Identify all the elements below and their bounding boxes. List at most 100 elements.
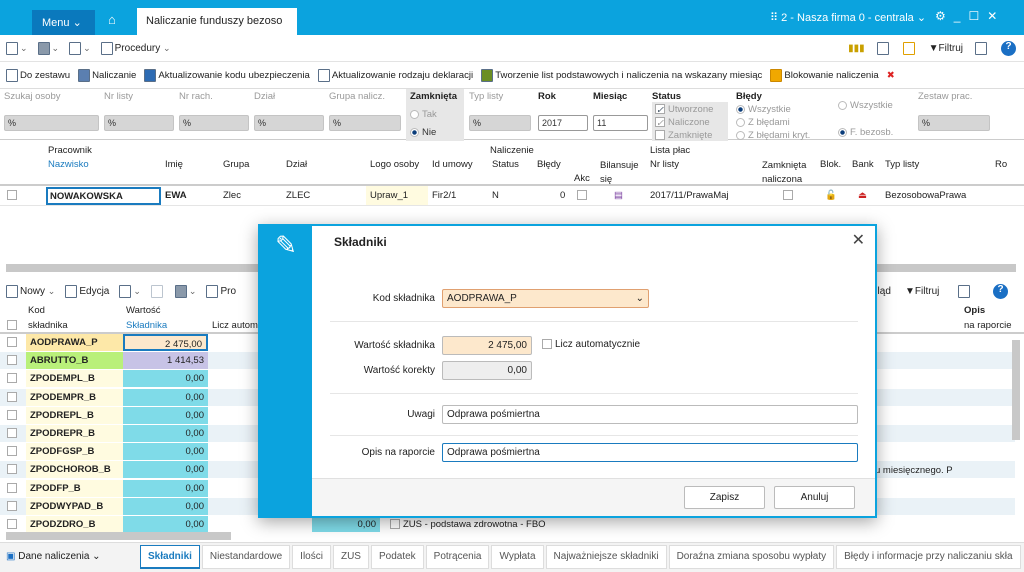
col-typ-listy[interactable]: Typ listy: [885, 159, 919, 170]
vertical-scrollbar[interactable]: [1012, 340, 1020, 440]
close-dialog-button[interactable]: ✕: [852, 230, 865, 250]
row-checkbox[interactable]: [7, 190, 17, 200]
document-tab[interactable]: Naliczanie funduszy bezoso: [137, 8, 297, 35]
columns-icon[interactable]: [876, 42, 891, 55]
cb-naliczone[interactable]: ✓ Naliczone: [655, 117, 710, 129]
col-logo[interactable]: Logo osoby: [370, 159, 419, 170]
row-checkbox[interactable]: [7, 519, 17, 529]
col-bledy[interactable]: Błędy: [537, 159, 561, 170]
cancel-button[interactable]: Anuluj: [774, 486, 855, 509]
tab-3[interactable]: ZUS: [332, 545, 369, 569]
row-checkbox[interactable]: [7, 500, 17, 511]
procedury-button[interactable]: Pro: [206, 284, 236, 298]
akc-checkbox[interactable]: [577, 190, 587, 200]
print-button[interactable]: ⌄: [37, 41, 59, 55]
cell-nazwisko[interactable]: NOWAKOWSKA: [46, 187, 161, 205]
row-checkbox[interactable]: [7, 446, 17, 457]
typ-listy-select[interactable]: %: [469, 115, 531, 131]
tab-9[interactable]: Błędy i informacje przy naliczaniu skła: [836, 545, 1021, 569]
naliczanie-button[interactable]: Naliczanie: [78, 68, 136, 82]
row-checkbox[interactable]: [7, 409, 17, 420]
table-row[interactable]: NOWAKOWSKA EWA Zlec ZLEC Upraw_1 Fir2/1 …: [0, 186, 1024, 206]
select-all-checkbox[interactable]: [7, 320, 17, 330]
col-nazwisko[interactable]: Nazwisko: [48, 159, 89, 170]
home-icon[interactable]: ⌂: [108, 12, 116, 27]
filter-button[interactable]: ▼Filtruj: [929, 43, 963, 54]
col-nr-listy[interactable]: Nr listy: [650, 159, 679, 170]
dane-naliczenia-button[interactable]: ▣ Dane naliczenia ⌄: [6, 551, 101, 562]
nr-listy-select[interactable]: %: [104, 115, 174, 131]
help-icon[interactable]: ?: [993, 283, 1008, 299]
print-button[interactable]: ⌄: [174, 284, 196, 298]
row-checkbox[interactable]: [7, 373, 17, 384]
radio-z-bledami-kryt[interactable]: Z błędami kryt.: [736, 130, 810, 141]
help-icon[interactable]: ?: [1001, 41, 1016, 56]
horizontal-scrollbar[interactable]: [6, 532, 231, 540]
tab-4[interactable]: Podatek: [370, 545, 424, 569]
zestaw-select[interactable]: %: [918, 115, 990, 131]
close-icon[interactable]: ✕: [987, 9, 1005, 23]
tab-1[interactable]: Niestandardowe: [201, 545, 291, 569]
col-zamknieta[interactable]: Zamknięta naliczona: [762, 159, 817, 187]
delete-button[interactable]: [150, 284, 165, 298]
cb-zamkniete[interactable]: Zamknięte: [655, 130, 712, 141]
warning-icon[interactable]: [902, 42, 917, 55]
preview-button[interactable]: ⌄: [6, 41, 28, 55]
firm-selector[interactable]: ⠿ 2 - Nasza firma 0 - centrala ⌄: [770, 11, 926, 24]
col-bank[interactable]: Bank: [852, 159, 874, 170]
grupa-select[interactable]: %: [329, 115, 401, 131]
preview-button[interactable]: ⌄: [119, 284, 141, 298]
tab-0[interactable]: Składniki: [140, 545, 200, 569]
col-rok[interactable]: Rok: [995, 159, 1007, 170]
filter-button[interactable]: ▼Filtruj: [905, 286, 939, 297]
tab-6[interactable]: Wypłata: [491, 545, 544, 569]
kod-ubezp-button[interactable]: Aktualizowanie kodu ubezpieczenia: [144, 68, 310, 82]
col-opis[interactable]: Opis: [964, 305, 985, 316]
window-controls[interactable]: ⚙_☐✕: [935, 9, 1005, 23]
tab-8[interactable]: Doraźna zmiana sposobu wypłaty: [668, 545, 835, 569]
export-button[interactable]: ⌄: [69, 41, 91, 55]
wartosc-input[interactable]: 2 475,00: [442, 336, 532, 355]
col-status[interactable]: Status: [492, 159, 519, 170]
radio-z-bledami[interactable]: Z błędami: [736, 117, 790, 128]
tab-7[interactable]: Najważniejsze składniki: [545, 545, 667, 569]
radio-wszystkie[interactable]: Wszystkie: [736, 104, 791, 115]
layout-icon[interactable]: [975, 42, 989, 55]
blokowanie-button[interactable]: Blokowanie naliczenia: [770, 68, 879, 82]
col-imie[interactable]: Imię: [165, 159, 183, 170]
rodzaj-deklaracji-button[interactable]: Aktualizowanie rodzaju deklaracji: [317, 68, 473, 82]
radio-nie[interactable]: Nie: [410, 127, 436, 138]
col-skladnika[interactable]: Składnika: [126, 320, 167, 331]
row-checkbox[interactable]: [7, 355, 17, 366]
row-checkbox[interactable]: [7, 464, 17, 475]
do-zestawu-button[interactable]: Do zestawu: [6, 68, 70, 82]
rok-select[interactable]: 2017: [538, 115, 588, 131]
kod-skladnika-select[interactable]: AODPRAWA_P ⌄: [442, 289, 649, 308]
col-kod[interactable]: Kod: [28, 305, 45, 316]
maximize-icon[interactable]: ☐: [968, 9, 987, 23]
dzial-select[interactable]: %: [254, 115, 324, 131]
chart-icon[interactable]: ▮▮▮: [848, 43, 865, 54]
new-button[interactable]: Nowy ⌄: [6, 284, 55, 298]
uwagi-input[interactable]: Odprawa pośmiertna: [442, 405, 858, 424]
tab-5[interactable]: Potrącenia: [425, 545, 490, 569]
cell-wartosc[interactable]: 2 475,00: [123, 334, 208, 351]
gear-icon[interactable]: ⚙: [935, 9, 954, 23]
row-checkbox[interactable]: [7, 482, 17, 493]
menu-button[interactable]: Menu ⌄: [32, 10, 95, 35]
col-blok[interactable]: Blok.: [820, 159, 841, 170]
procedury-button[interactable]: Procedury ⌄: [100, 41, 171, 55]
col-bilansuje[interactable]: Bilansuje się: [600, 159, 645, 187]
radio-f-bezosb[interactable]: F. bezosb.: [838, 127, 893, 138]
col-grupa[interactable]: Grupa: [223, 159, 249, 170]
tworzenie-list-button[interactable]: Tworzenie list podstawowych i naliczenia…: [481, 68, 762, 82]
save-button[interactable]: Zapisz: [684, 486, 765, 509]
col-id-umowy[interactable]: Id umowy: [432, 159, 473, 170]
delete-doc-icon[interactable]: ✖: [887, 70, 895, 81]
cb-utworzone[interactable]: ✓ Utworzone: [655, 104, 713, 116]
zamknieta-checkbox[interactable]: [783, 190, 793, 200]
row-checkbox[interactable]: [7, 428, 17, 438]
col-akc[interactable]: Akc: [574, 173, 590, 184]
row-checkbox[interactable]: [7, 391, 17, 402]
search-person-input[interactable]: %: [4, 115, 99, 131]
